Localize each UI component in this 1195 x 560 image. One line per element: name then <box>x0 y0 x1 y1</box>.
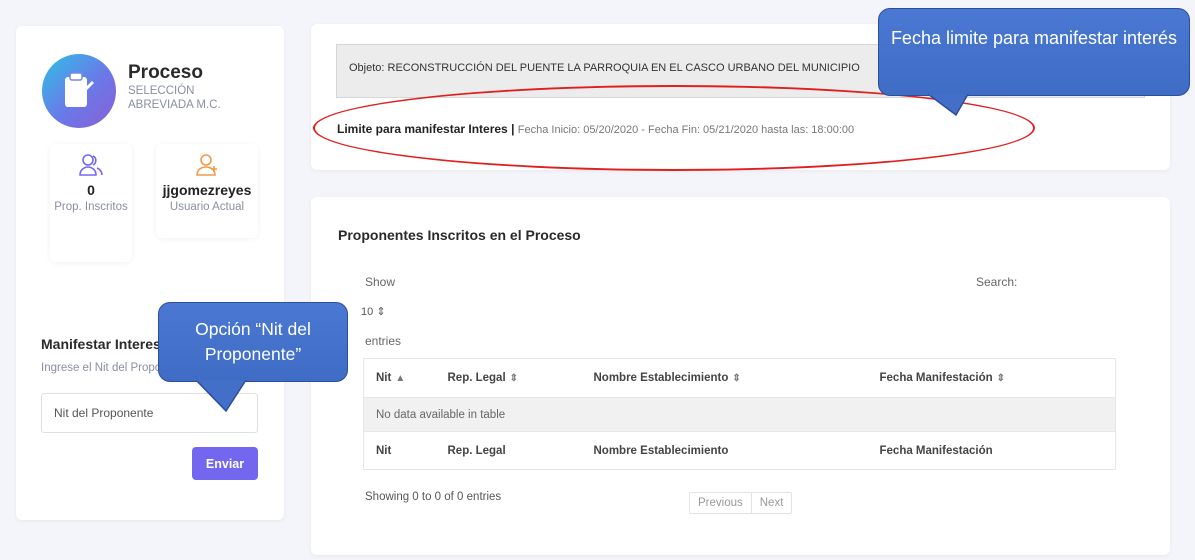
process-summary-card: Proceso SELECCIÓN ABREVIADA M.C. 0 Prop.… <box>16 26 284 520</box>
sort-icon: ⇕ <box>732 373 741 384</box>
table-footer-row: Nit Rep. Legal Nombre Establecimiento Fe… <box>363 431 1116 470</box>
show-label: Show <box>365 275 396 289</box>
page-length-select[interactable]: 10 ⇕ <box>361 305 386 318</box>
sort-asc-icon: ▲ <box>395 373 406 384</box>
previous-button[interactable]: Previous <box>690 493 751 513</box>
document-icon <box>65 72 94 107</box>
process-subtitle: SELECCIÓN ABREVIADA M.C. <box>128 85 221 111</box>
footer-rep-legal: Rep. Legal <box>435 431 582 470</box>
proponentes-card: Proponentes Inscritos en el Proceso Show… <box>311 197 1170 555</box>
proponentes-title: Proponentes Inscritos en el Proceso <box>338 227 581 243</box>
pagination: Previous Next <box>689 492 793 514</box>
process-avatar <box>42 54 116 128</box>
column-header-fecha[interactable]: Fecha Manifestación ⇕ <box>867 358 1116 398</box>
sort-icon: ⇕ <box>996 373 1006 384</box>
manifest-title: Manifestar Interes <box>41 336 161 352</box>
stat-proponentes: 0 Prop. Inscritos <box>50 144 132 262</box>
stat-usuario-label: Usuario Actual <box>169 201 245 213</box>
callout-fecha-limite: Fecha limite para manifestar interés <box>878 8 1190 96</box>
table-info: Showing 0 to 0 of 0 entries <box>365 491 502 503</box>
stat-proponentes-value: 0 <box>87 182 95 198</box>
table-header-row: Nit ▲ Rep. Legal ⇕ Nombre Establecimiento ⇕… <box>363 358 1116 398</box>
empty-message: No data available in table <box>363 397 1116 432</box>
footer-nombre: Nombre Establecimiento <box>581 431 868 470</box>
select-arrows-icon: ⇕ <box>376 306 386 318</box>
stat-proponentes-label: Prop. Inscritos <box>54 201 128 213</box>
enviar-button[interactable]: Enviar <box>192 447 258 480</box>
callout-nit-tail <box>196 380 247 412</box>
users-icon <box>79 154 103 176</box>
callout-nit-proponente: Opción “Nit del Proponente” <box>158 302 348 382</box>
search-label: Search: <box>976 275 1018 289</box>
next-button[interactable]: Next <box>750 493 792 513</box>
page-length-value: 10 <box>361 306 374 318</box>
footer-nit: Nit <box>363 431 436 470</box>
highlight-ellipse <box>313 85 1035 171</box>
footer-fecha: Fecha Manifestación <box>867 431 1116 470</box>
stat-usuario: jjgomezreyes Usuario Actual <box>156 144 258 238</box>
entries-label: entries <box>365 334 402 348</box>
stat-usuario-value: jjgomezreyes <box>162 182 252 198</box>
callout-fecha-tail <box>928 94 969 116</box>
proponentes-table: Nit ▲ Rep. Legal ⇕ Nombre Establecimiento ⇕… <box>363 358 1116 470</box>
column-header-nombre[interactable]: Nombre Establecimiento ⇕ <box>581 358 868 398</box>
table-row: No data available in table <box>363 397 1116 432</box>
sort-icon: ⇕ <box>509 373 519 384</box>
column-header-rep-legal[interactable]: Rep. Legal ⇕ <box>435 358 582 398</box>
column-header-nit[interactable]: Nit ▲ <box>363 358 436 398</box>
user-plus-icon <box>196 154 217 176</box>
process-title: Proceso <box>128 62 203 83</box>
